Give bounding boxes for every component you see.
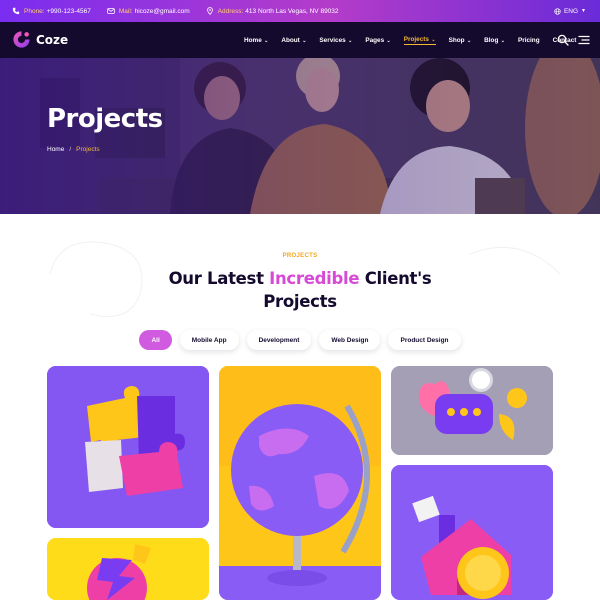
phone-icon: [12, 7, 20, 15]
filter-development[interactable]: Development: [246, 330, 312, 350]
chat-image: [391, 366, 553, 455]
nav-item-about[interactable]: About ⌄: [281, 37, 306, 44]
mail-label: Mail:: [118, 7, 133, 15]
nav-item-label: Home: [244, 36, 262, 44]
breadcrumb-current: Projects: [76, 146, 100, 153]
address-info: Address: 413 North Las Vegas, NV 89032: [206, 7, 339, 15]
address-value: 413 North Las Vegas, NV 89032: [245, 7, 339, 15]
breadcrumb: Home / Projects: [47, 146, 100, 153]
section-heading: Our Latest Incredible Client's Projects: [0, 267, 600, 313]
nav-item-label: Blog: [484, 36, 499, 44]
phone-value: +990-123-4567: [46, 7, 91, 15]
address-label: Address:: [217, 7, 244, 15]
filter-all[interactable]: All: [139, 330, 172, 350]
bolt-image: [47, 538, 209, 600]
globe-image: [219, 366, 381, 600]
nav-item-services[interactable]: Services ⌄: [319, 37, 352, 44]
section-eyebrow: PROJECTS: [282, 253, 318, 259]
heading-text: Our Latest: [168, 269, 264, 288]
mail-icon: [107, 7, 115, 15]
filter-web-design[interactable]: Web Design: [319, 330, 381, 350]
filter-product-design[interactable]: Product Design: [388, 330, 461, 350]
nav-item-shop[interactable]: Shop ⌄: [449, 37, 472, 44]
nav-item-pages[interactable]: Pages ⌄: [365, 37, 390, 44]
nav-item-label: Services: [319, 36, 346, 44]
page-hero: [0, 58, 600, 214]
heading-line2: Projects: [263, 292, 337, 311]
hero-overlay: [0, 58, 600, 214]
main-navigation: Coze Home ⌄ About ⌄ Services ⌄ Pages ⌄ P…: [0, 22, 600, 58]
phone-info[interactable]: Phone: +990-123-4567: [12, 7, 91, 15]
filter-mobile-app[interactable]: Mobile App: [179, 330, 239, 350]
mail-info[interactable]: Mail: hicoze@gmail.com: [107, 7, 190, 15]
nav-item-label: Shop: [448, 36, 465, 44]
logo-icon: [13, 31, 30, 48]
language-label: ENG: [563, 7, 579, 15]
nav-item-projects[interactable]: Projects ⌄: [403, 35, 436, 45]
chevron-down-icon: ⌄: [300, 37, 307, 44]
page-title: Projects: [47, 104, 163, 134]
project-card-bolt[interactable]: [47, 538, 209, 600]
heading-text: Client's: [364, 269, 432, 288]
chevron-down-icon: ⌄: [385, 37, 391, 44]
location-icon: [206, 7, 214, 15]
chevron-down-icon: ⌄: [346, 37, 353, 44]
project-card-chat[interactable]: [391, 366, 553, 455]
mail-value: hicoze@gmail.com: [134, 7, 190, 15]
breadcrumb-home-link[interactable]: Home: [47, 146, 64, 153]
nav-item-label: About: [281, 36, 300, 44]
globe-icon: [554, 7, 561, 15]
chevron-down-icon: ▼: [581, 8, 586, 14]
nav-item-label: Projects: [403, 35, 429, 43]
search-icon[interactable]: [557, 34, 569, 46]
nav-item-label: Pricing: [517, 36, 540, 44]
logo-text: Coze: [36, 32, 69, 47]
phone-label: Phone:: [24, 7, 45, 15]
nav-item-label: Pages: [365, 36, 385, 44]
project-filters: All Mobile App Development Web Design Pr…: [0, 330, 600, 350]
house-coin-image: [391, 465, 553, 600]
chevron-down-icon: ⌄: [465, 37, 472, 44]
hamburger-menu-icon[interactable]: [578, 35, 590, 45]
nav-item-pricing[interactable]: Pricing: [518, 37, 540, 44]
project-card-puzzle[interactable]: [47, 366, 209, 528]
logo[interactable]: Coze: [12, 30, 68, 49]
chevron-down-icon: ⌄: [499, 37, 505, 44]
page: Phone: +990-123-4567 Mail: hicoze@gmail.…: [0, 0, 600, 600]
heading-highlight: Incredible: [269, 269, 360, 288]
puzzle-image: [47, 366, 209, 528]
nav-item-home[interactable]: Home ⌄: [244, 37, 268, 44]
project-card-house[interactable]: [391, 465, 553, 600]
top-info-bar: Phone: +990-123-4567 Mail: hicoze@gmail.…: [0, 0, 600, 22]
chevron-down-icon: ⌄: [262, 37, 269, 44]
language-selector[interactable]: ENG ▼: [554, 0, 586, 22]
breadcrumb-separator: /: [69, 146, 72, 153]
chevron-down-icon: ⌄: [429, 36, 436, 43]
nav-menu: Home ⌄ About ⌄ Services ⌄ Pages ⌄ Projec…: [244, 22, 589, 58]
project-card-globe[interactable]: [219, 366, 381, 600]
nav-item-blog[interactable]: Blog ⌄: [484, 37, 505, 44]
